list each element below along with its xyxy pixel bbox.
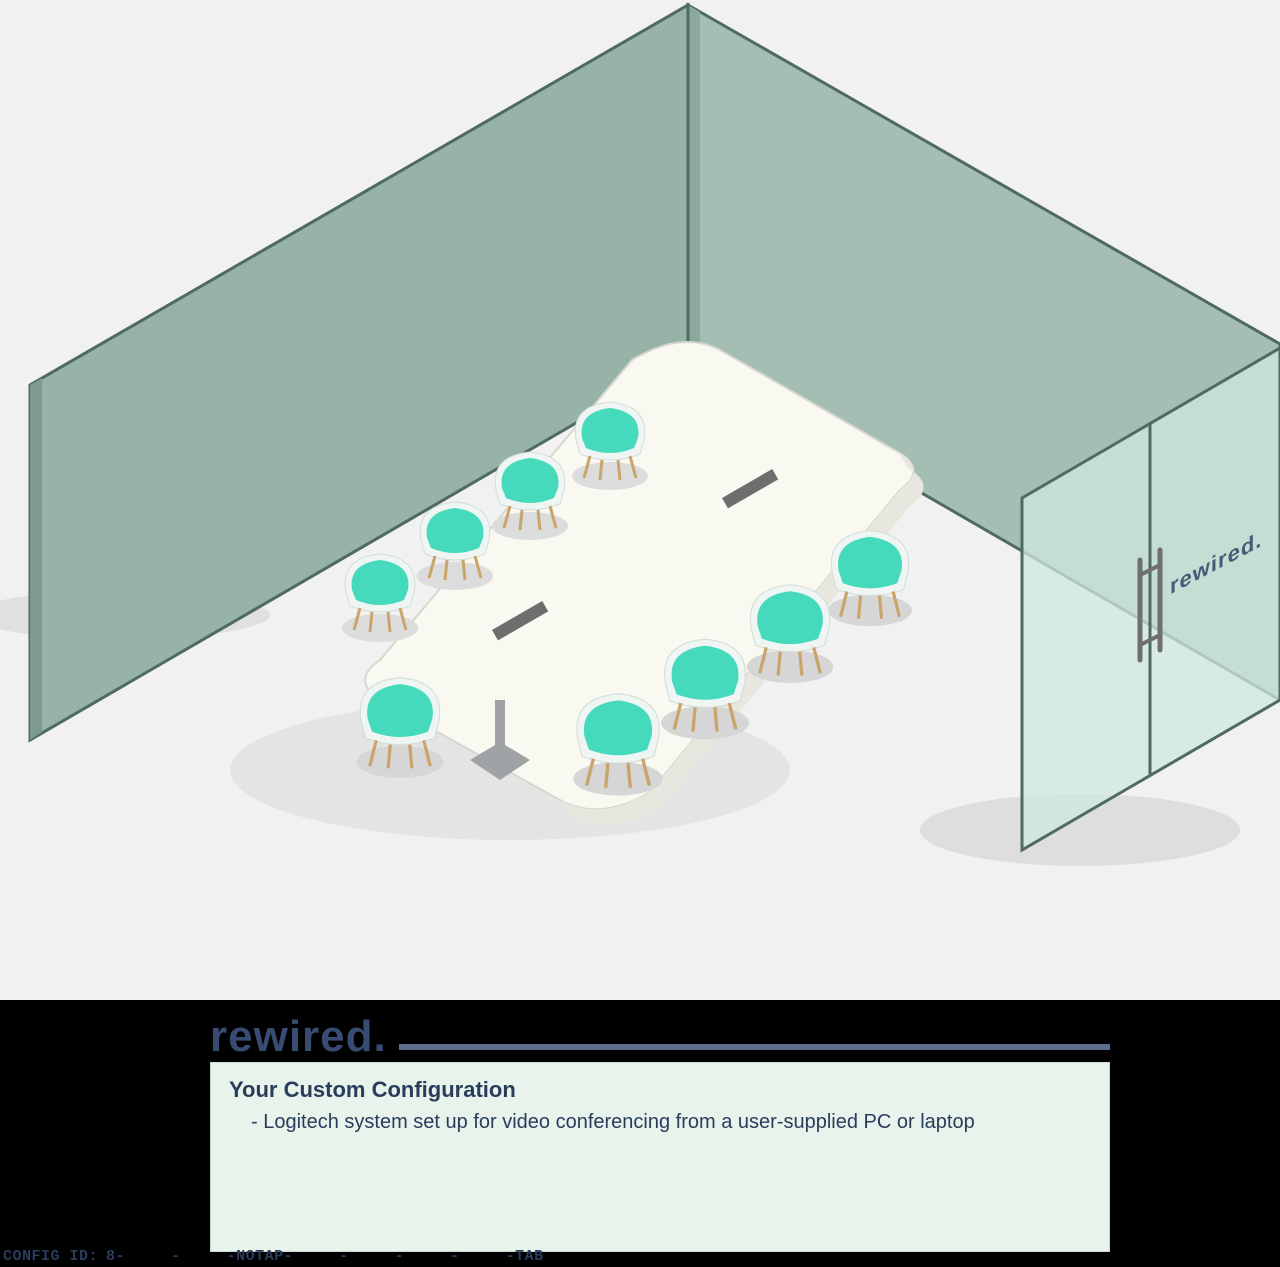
config-id-label: CONFIG ID: [3, 1248, 98, 1265]
config-id-dash: - [171, 1248, 181, 1265]
config-id-segment [293, 1248, 339, 1265]
config-id-dash: - [339, 1248, 349, 1265]
config-id-segment [181, 1248, 227, 1265]
config-id-dash: - [395, 1248, 405, 1265]
configuration-box: Your Custom Configuration Logitech syste… [210, 1062, 1110, 1252]
config-id-segment [460, 1248, 506, 1265]
configuration-items: Logitech system set up for video confere… [229, 1109, 1091, 1136]
config-id-line: CONFIG ID: 8- - -NOTAP- - - - -TAB [0, 1248, 544, 1265]
config-id-segment [349, 1248, 395, 1265]
chair [572, 402, 648, 490]
config-id-segment: NOTAP [236, 1248, 284, 1265]
config-id-segment [125, 1248, 171, 1265]
config-id-segment [404, 1248, 450, 1265]
config-id-dash: - [227, 1248, 237, 1265]
config-id-dash: - [506, 1248, 516, 1265]
chair [492, 452, 568, 540]
chair [747, 585, 833, 683]
summary-panel: rewired. Your Custom Configuration Logit… [210, 1012, 1110, 1252]
config-id-dash: - [284, 1248, 294, 1265]
chair [828, 531, 912, 627]
room-svg [0, 0, 1280, 1000]
config-id-segment: 8 [106, 1248, 116, 1265]
room-3d-viewport: rewired. [0, 0, 1280, 1000]
chair [342, 554, 418, 642]
config-id-segment: TAB [515, 1248, 544, 1265]
config-id-dash: - [116, 1248, 126, 1265]
summary-panel-backdrop: rewired. Your Custom Configuration Logit… [0, 1000, 1280, 1267]
brand-divider [399, 1044, 1110, 1050]
config-id-dash: - [450, 1248, 460, 1265]
chair [357, 678, 443, 778]
chair [661, 639, 749, 739]
chair [417, 502, 493, 590]
config-id-segments: 8- - -NOTAP- - - - -TAB [106, 1248, 544, 1265]
configuration-item: Logitech system set up for video confere… [229, 1109, 1091, 1136]
brand-logo-text: rewired. [210, 1012, 387, 1062]
chair [573, 694, 663, 796]
configuration-title: Your Custom Configuration [229, 1077, 1091, 1103]
